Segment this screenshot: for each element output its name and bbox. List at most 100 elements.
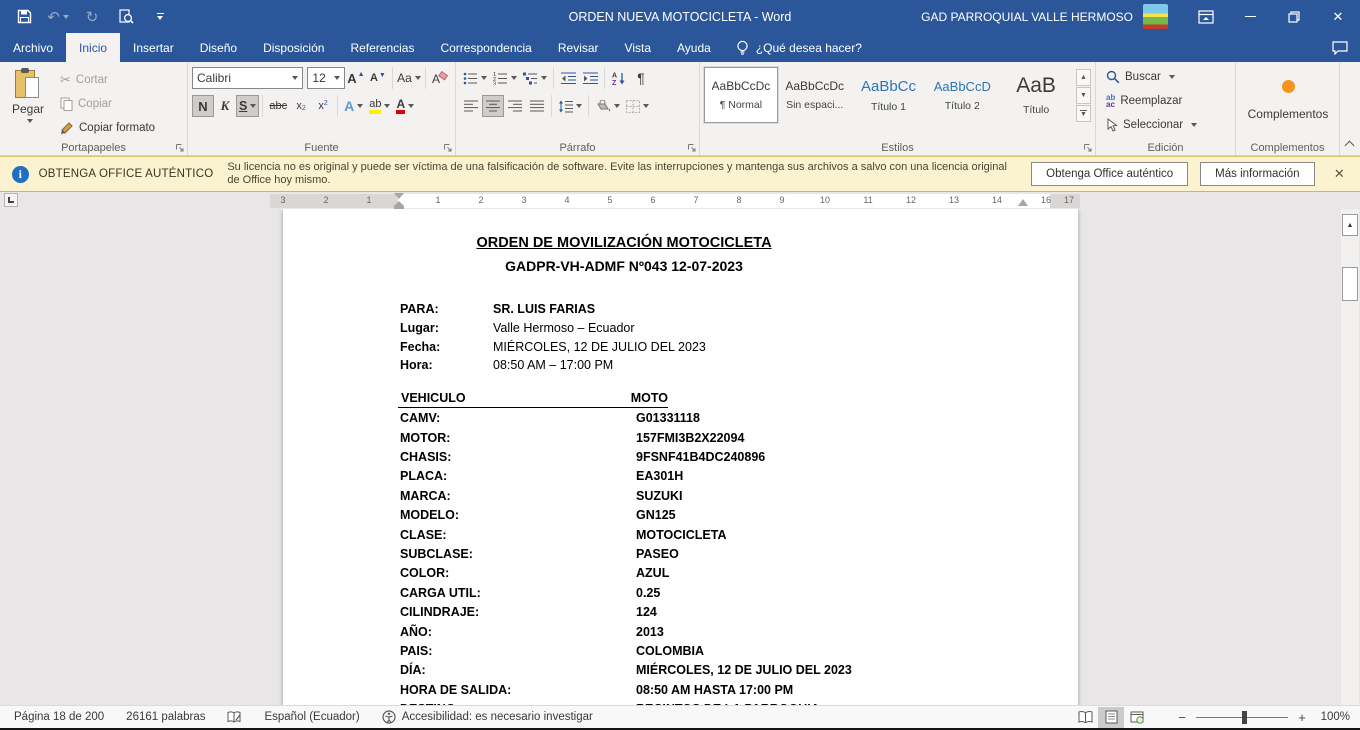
web-layout-icon[interactable]	[1124, 707, 1150, 728]
word-count[interactable]: 26161 palabras	[126, 711, 205, 723]
save-icon[interactable]	[14, 6, 34, 28]
font-color-button[interactable]: A	[393, 95, 417, 117]
page-indicator[interactable]: Página 18 de 200	[14, 711, 104, 723]
italic-button[interactable]: K	[214, 95, 236, 117]
format-painter-button[interactable]: Copiar formato	[60, 118, 155, 139]
tab-diseno[interactable]: Diseño	[187, 33, 250, 62]
shading-button[interactable]	[592, 95, 623, 117]
document-page[interactable]: ORDEN DE MOVILIZACIÓN MOTOCICLETA GADPR-…	[283, 209, 1078, 705]
tab-archivo[interactable]: Archivo	[0, 33, 66, 62]
restore-button[interactable]	[1272, 0, 1316, 33]
subscript-button[interactable]: x2	[290, 95, 312, 117]
style-sin-espaciado[interactable]: AaBbCcDc Sin espaci...	[778, 67, 852, 123]
table-row: DÍA:MIÉRCOLES, 12 DE JULIO DEL 2023	[400, 661, 1078, 680]
styles-scroll-down-icon[interactable]: ▼	[1076, 87, 1091, 104]
style-titulo-1[interactable]: AaBbCc Título 1	[852, 67, 926, 123]
table-row: DESTINO:RECINTOS DE LA PARROQUIA	[400, 700, 1078, 705]
font-dialog-launcher-icon[interactable]	[443, 143, 453, 153]
tab-stop-selector[interactable]	[4, 193, 18, 207]
tab-disposicion[interactable]: Disposición	[250, 33, 337, 62]
minimize-button[interactable]	[1228, 0, 1272, 33]
styles-scroll-up-icon[interactable]: ▲	[1076, 69, 1091, 86]
copy-icon	[60, 97, 73, 111]
text-effects-button[interactable]: A	[341, 95, 366, 117]
paragraph-dialog-launcher-icon[interactable]	[687, 143, 697, 153]
tab-ayuda[interactable]: Ayuda	[664, 33, 724, 62]
accessibility-status[interactable]: Accesibilidad: es necesario investigar	[382, 710, 593, 724]
bullets-button[interactable]	[460, 67, 490, 89]
font-name-combo[interactable]: Calibri	[192, 67, 303, 89]
zoom-in-button[interactable]: +	[1294, 710, 1310, 725]
tab-insertar[interactable]: Insertar	[120, 33, 187, 62]
replace-button[interactable]: abac Reemplazar	[1106, 89, 1231, 113]
group-label-parrafo: Párrafo	[456, 142, 699, 154]
styles-dialog-launcher-icon[interactable]	[1083, 143, 1093, 153]
font-size-combo[interactable]: 12	[307, 67, 345, 89]
customize-qat-icon[interactable]	[150, 6, 170, 28]
increase-indent-button[interactable]	[579, 67, 601, 89]
zoom-percentage[interactable]: 100%	[1310, 711, 1350, 723]
right-indent-marker[interactable]	[1018, 199, 1028, 206]
clear-formatting-button[interactable]: A	[429, 67, 451, 89]
strikethrough-button[interactable]: abc	[266, 95, 290, 117]
undo-icon[interactable]: ↶	[48, 6, 68, 28]
zoom-slider[interactable]	[1196, 717, 1288, 718]
language-indicator[interactable]: Español (Ecuador)	[264, 711, 359, 723]
justify-button[interactable]	[526, 95, 548, 117]
clipboard-dialog-launcher-icon[interactable]	[175, 143, 185, 153]
print-layout-icon[interactable]	[1098, 707, 1124, 728]
superscript-button[interactable]: x2	[312, 95, 334, 117]
horizontal-ruler[interactable]: 3 2 1 1 2 3 4 5 6 7 8 9 10 11 12 13 14 1…	[270, 194, 1080, 208]
collapse-ribbon-icon[interactable]	[1340, 62, 1359, 155]
shrink-font-button[interactable]: A▼	[367, 67, 389, 89]
get-office-button[interactable]: Obtenga Office auténtico	[1031, 162, 1188, 186]
paste-button[interactable]: Pegar	[4, 65, 52, 139]
tab-vista[interactable]: Vista	[612, 33, 664, 62]
first-line-indent-marker[interactable]	[394, 193, 404, 199]
warning-close-icon[interactable]: ✕	[1329, 166, 1350, 182]
numbering-button[interactable]: 123	[490, 67, 520, 89]
line-spacing-button[interactable]	[555, 95, 585, 117]
style-normal[interactable]: AaBbCcDc ¶ Normal	[704, 67, 778, 123]
account-avatar[interactable]	[1143, 4, 1168, 29]
bold-button[interactable]: N	[192, 95, 214, 117]
read-mode-icon[interactable]	[1072, 707, 1098, 728]
styles-gallery-more-icon[interactable]: ▼	[1076, 105, 1091, 122]
scroll-up-icon[interactable]: ▲	[1342, 214, 1358, 236]
account-name[interactable]: GAD PARROQUIAL VALLE HERMOSO	[921, 10, 1133, 24]
vertical-scrollbar[interactable]: ▲	[1341, 209, 1359, 705]
print-preview-icon[interactable]	[116, 6, 136, 28]
multilevel-list-button[interactable]	[520, 67, 550, 89]
align-center-button[interactable]	[482, 95, 504, 117]
tab-revisar[interactable]: Revisar	[545, 33, 612, 62]
proofing-status-icon[interactable]	[227, 711, 242, 724]
align-left-button[interactable]	[460, 95, 482, 117]
grow-font-button[interactable]: A▲	[345, 67, 367, 89]
ribbon-display-options-icon[interactable]	[1184, 0, 1228, 33]
decrease-indent-button[interactable]	[557, 67, 579, 89]
comments-icon[interactable]	[1320, 33, 1360, 62]
redo-icon[interactable]: ↻	[82, 6, 102, 28]
zoom-slider-handle[interactable]	[1242, 711, 1247, 724]
style-titulo[interactable]: AaB Título	[999, 67, 1073, 123]
select-button[interactable]: Seleccionar	[1106, 113, 1231, 137]
highlight-color-button[interactable]: ab	[366, 95, 393, 117]
show-marks-button[interactable]: ¶	[630, 67, 652, 89]
scrollbar-thumb[interactable]	[1342, 267, 1358, 301]
complementos-button[interactable]: Complementos	[1240, 65, 1336, 135]
tab-referencias[interactable]: Referencias	[337, 33, 427, 62]
find-button[interactable]: Buscar	[1106, 65, 1231, 89]
align-right-button[interactable]	[504, 95, 526, 117]
zoom-out-button[interactable]: −	[1174, 710, 1190, 725]
close-button[interactable]: ✕	[1316, 0, 1360, 33]
tell-me-box[interactable]: ¿Qué desea hacer?	[724, 33, 874, 62]
tab-correspondencia[interactable]: Correspondencia	[427, 33, 544, 62]
style-titulo-2[interactable]: AaBbCcD Título 2	[925, 67, 999, 123]
sort-button[interactable]: AZ	[608, 67, 630, 89]
underline-button[interactable]: S	[236, 95, 259, 117]
change-case-button[interactable]: Aa	[396, 67, 422, 89]
tab-inicio[interactable]: Inicio	[66, 33, 120, 62]
find-label: Buscar	[1125, 71, 1161, 83]
borders-button[interactable]	[623, 95, 652, 117]
more-info-button[interactable]: Más información	[1200, 162, 1314, 186]
